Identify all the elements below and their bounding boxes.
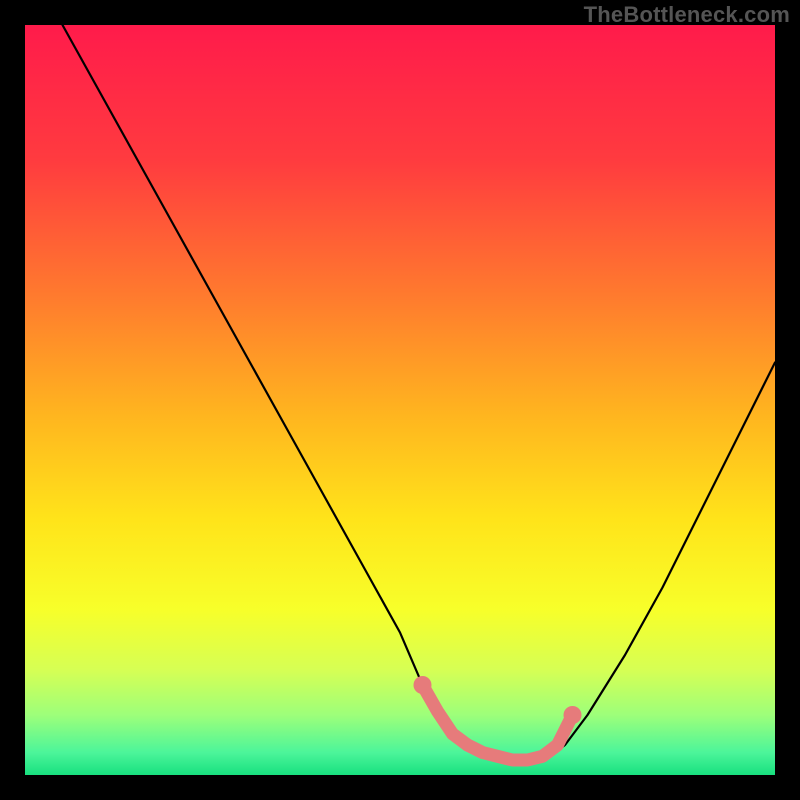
chart-stage: TheBottleneck.com [0, 0, 800, 800]
bottleneck-chart [0, 0, 800, 800]
optimal-zone-end-dot [564, 706, 582, 724]
optimal-zone-end-dot [414, 676, 432, 694]
plot-background [25, 25, 775, 775]
